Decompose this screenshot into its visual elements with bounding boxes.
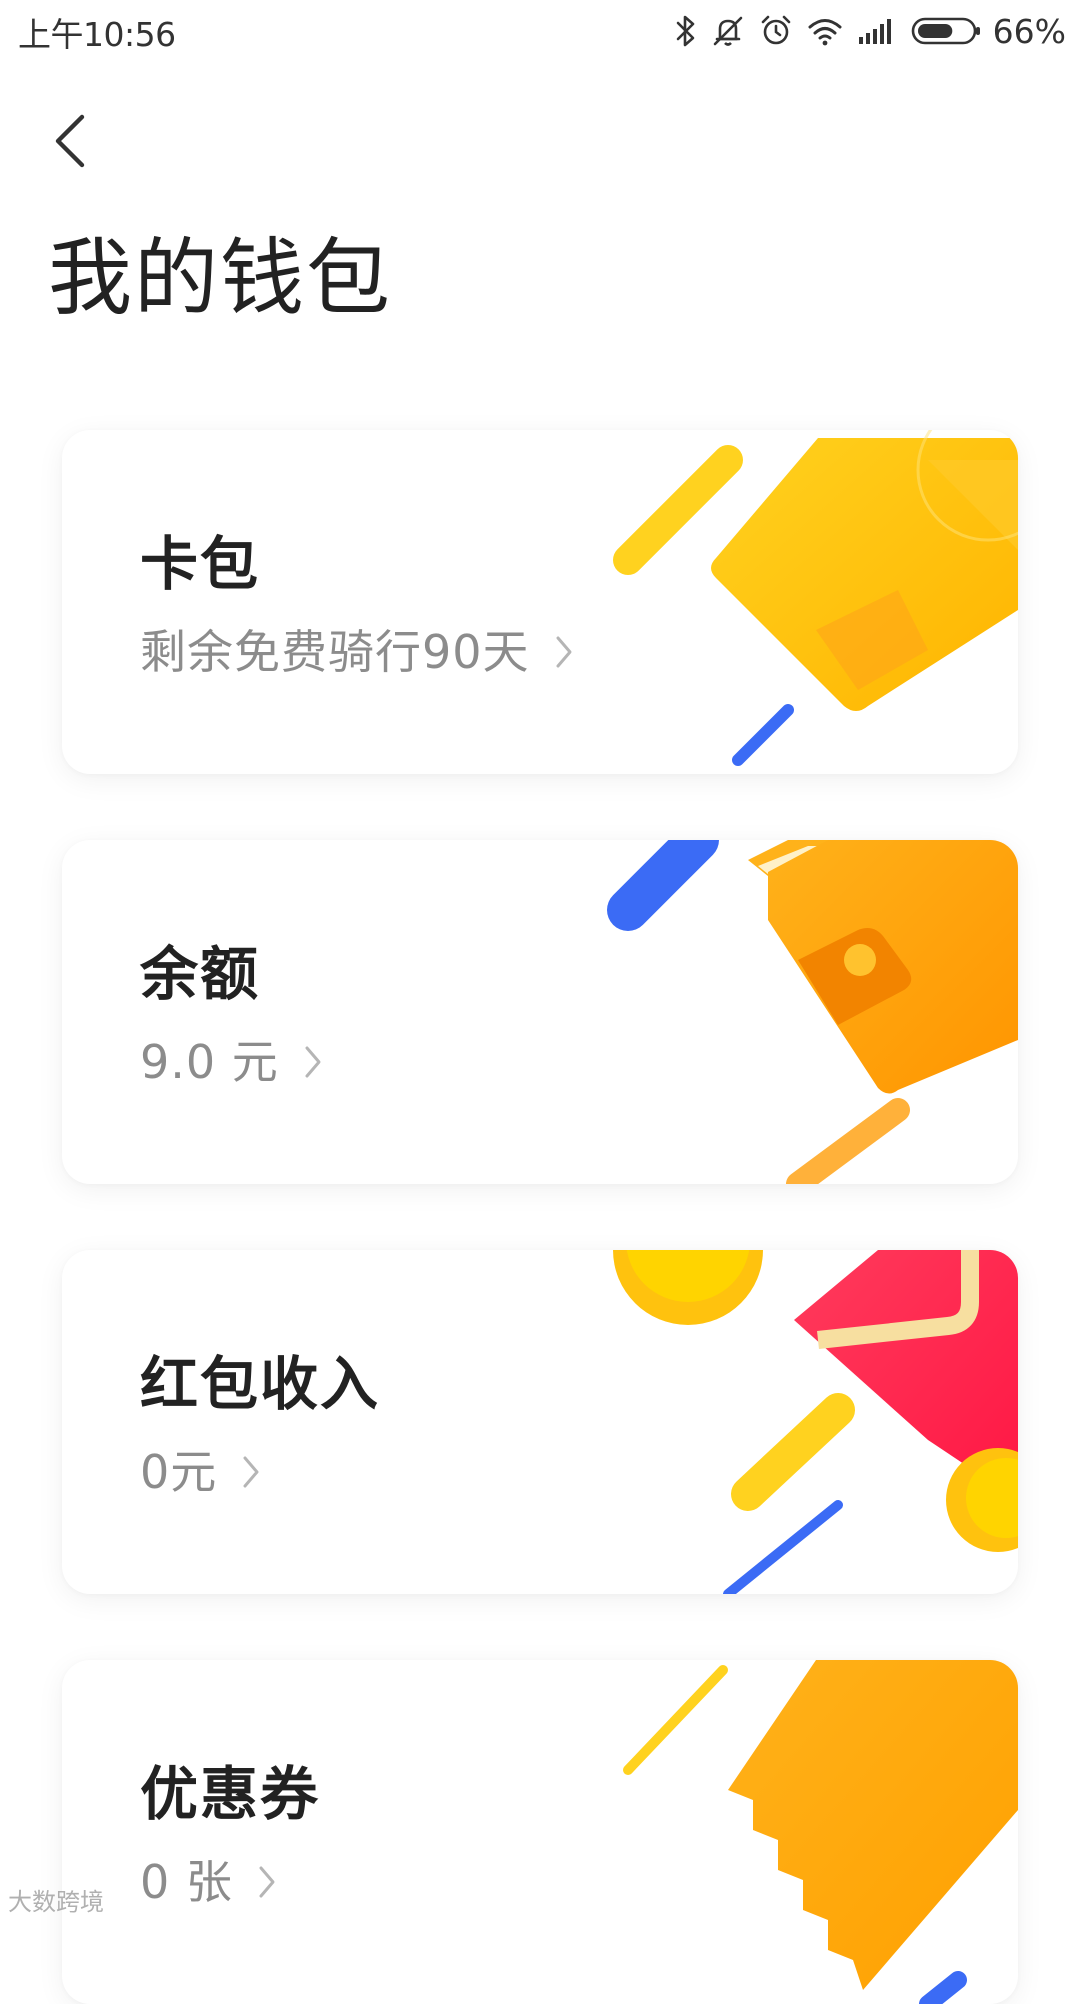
battery-percent: 66% [992, 11, 1066, 51]
signal-icon [857, 16, 897, 46]
watermark-text: 大数跨境 [8, 1888, 104, 1916]
card-pass-card[interactable]: 卡包 剩余免费骑行90天 [62, 430, 1018, 774]
card-red-envelope-income[interactable]: 红包收入 0元 [62, 1250, 1018, 1594]
card-subtitle: 9.0 元 [140, 1035, 279, 1089]
card-balance[interactable]: 余额 9.0 元 [62, 840, 1018, 1184]
card-title: 卡包 [140, 530, 261, 598]
card-title: 优惠券 [140, 1760, 321, 1828]
card-title: 红包收入 [140, 1350, 381, 1418]
chevron-right-icon [231, 1454, 261, 1490]
wallet-illustration [598, 840, 1018, 1184]
card-title: 余额 [140, 940, 261, 1008]
card-wallet-illustration [598, 430, 1018, 774]
alarm-icon [759, 14, 793, 48]
battery-icon [911, 16, 983, 46]
watermark: 大数跨境 [8, 1882, 104, 1917]
bluetooth-icon [675, 14, 697, 48]
card-subtitle: 0元 [140, 1445, 218, 1499]
card-subtitle-row: 0 张 [140, 1852, 277, 1912]
card-subtitle: 剩余免费骑行90天 [140, 625, 530, 679]
red-envelope-illustration [598, 1250, 1018, 1594]
card-subtitle-row: 9.0 元 [140, 1032, 323, 1092]
status-time: 上午10:56 [18, 15, 176, 54]
status-bar: 上午10:56 66% [0, 0, 1080, 62]
chevron-right-icon [544, 634, 574, 670]
page-title: 我的钱包 [48, 229, 393, 327]
back-button[interactable] [40, 108, 100, 178]
coupon-illustration [598, 1660, 1018, 2004]
chevron-right-icon [293, 1044, 323, 1080]
chevron-left-icon [50, 111, 90, 175]
card-subtitle-row: 剩余免费骑行90天 [140, 622, 574, 682]
status-icons: 66% [675, 10, 1066, 52]
card-subtitle-row: 0元 [140, 1442, 261, 1502]
card-subtitle: 0 张 [140, 1855, 233, 1909]
chevron-right-icon [247, 1864, 277, 1900]
wifi-icon [807, 16, 843, 46]
mute-icon [711, 14, 745, 48]
card-coupons[interactable]: 优惠券 0 张 [62, 1660, 1018, 2004]
